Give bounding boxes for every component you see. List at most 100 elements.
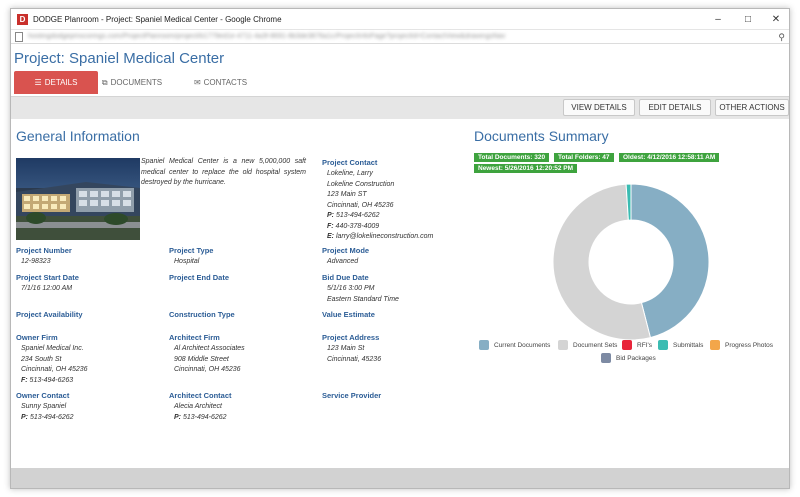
project-number-label: Project Number [16,246,72,255]
bid-due-timezone: Eastern Standard Time [327,295,399,303]
legend-item-progress-photos[interactable]: Progress Photos [710,340,773,350]
window-title: DODGE Planroom - Project: Spaniel Medica… [33,14,282,24]
newest-document-badge: Newest: 5/26/2016 12:20:52 PM [474,164,578,173]
owner-contact-label: Owner Contact [16,391,70,400]
documents-summary-heading: Documents Summary [474,128,609,144]
page-icon [15,31,23,42]
footer-bar [11,468,789,488]
tab-documents[interactable]: ⧉ DOCUMENTS [101,71,163,94]
architect-contact-label: Architect Contact [169,391,232,400]
legend-item-submittals[interactable]: Submittals [658,340,703,350]
owner-firm-city: Cincinnati, OH 45236 [21,366,88,373]
owner-contact-details: Sunny Spaniel P: 513-494-6262 [21,402,74,423]
tab-bar: ☰ DETAILS ⧉ DOCUMENTS ✉ CONTACTS [11,71,789,96]
architect-firm-street: 908 Middle Street [174,355,229,363]
legend-swatch [558,340,568,350]
legend-swatch [479,340,489,350]
project-address-city: Cincinnati, 45236 [327,355,382,363]
owner-contact-phone: P: 513-494-6262 [21,413,74,421]
project-description: Spaniel Medical Center is a new 5,000,00… [141,158,306,186]
other-actions-button[interactable]: OTHER ACTIONS [715,99,789,116]
envelope-icon: ✉ [193,78,201,87]
legend-swatch [710,340,720,350]
page-title: Project: Spaniel Medical Center [14,50,225,67]
list-icon: ☰ [34,78,42,87]
legend-label: Document Sets [573,341,618,349]
view-details-button[interactable]: VIEW DETAILS [563,99,635,116]
legend-label: Progress Photos [725,341,774,349]
contact-fax: F: 440-378-4009 [327,222,380,230]
owner-firm-street: 234 South St [21,355,62,363]
owner-firm-label: Owner Firm [16,333,58,342]
architect-firm-name: Al Architect Associates [174,345,245,352]
project-number-value: 12-98323 [21,258,51,265]
app-logo: D [17,13,28,25]
contact-email[interactable]: E: larry@lokelineconstruction.com [327,232,433,243]
project-address-details: 123 Main St Cincinnati, 45236 [327,344,381,365]
documents-icon: ⧉ [101,77,108,87]
contact-street: 123 Main ST [327,191,367,198]
title-bar: D DODGE Planroom - Project: Spaniel Medi… [11,9,789,29]
project-contact-label: Project Contact [322,158,378,167]
project-mode-value: Advanced [327,258,359,265]
legend-swatch [658,340,668,350]
architect-contact-details: Alecia Architect P: 513-494-6262 [174,402,227,423]
url-text[interactable]: hostingdodgepmscorings.com/ProjectPlanro… [28,33,768,40]
legend-item-current-documents[interactable]: Current Documents [479,340,550,350]
close-window-button[interactable]: ✕ [761,9,789,29]
architect-contact-phone: P: 513-494-6262 [174,413,227,421]
legend-label: Submittals [673,341,704,349]
legend-label: RFI's [637,341,652,349]
project-address-street: 123 Main St [327,345,365,352]
project-contact-details: Lokeline, Larry Lokeline Construction 12… [327,169,433,243]
legend-swatch [622,340,632,350]
project-photo [16,158,140,240]
chart-legend: Current Documents Document Sets RFI's Su… [474,338,784,366]
oldest-document-badge: Oldest: 4/12/2016 12:58:11 AM [619,153,720,162]
owner-firm-fax: F: 513-494-6263 [21,376,74,384]
tab-details-label: DETAILS [44,78,78,87]
legend-label: Bid Packages [616,354,656,362]
service-provider-label: Service Provider [322,391,382,400]
project-type-value: Hospital [174,258,200,265]
owner-contact-name: Sunny Spaniel [21,403,67,410]
legend-label: Current Documents [494,341,551,349]
bid-due-date-value: 5/1/16 3:00 PM Eastern Standard Time [327,284,399,305]
maximize-button[interactable]: □ [733,9,763,29]
contact-company: Lokeline Construction [327,180,395,188]
documents-donut-chart[interactable] [546,177,716,347]
start-date-value: 7/1/16 12:00 AM [21,285,73,292]
total-documents-badge: Total Documents: 320 [474,153,550,162]
architect-firm-city: Cincinnati, OH 45236 [174,366,241,373]
project-address-label: Project Address [322,333,380,342]
tab-details[interactable]: ☰ DETAILS [14,71,98,94]
legend-item-rfis[interactable]: RFI's [622,340,652,350]
construction-type-label: Construction Type [169,310,235,319]
legend-item-document-sets[interactable]: Document Sets [558,340,617,350]
total-folders-badge: Total Folders: 47 [554,153,614,162]
legend-item-bid-packages[interactable]: Bid Packages [601,353,656,363]
tab-contacts[interactable]: ✉ CONTACTS [193,71,248,94]
legend-swatch [601,353,611,363]
zoom-icon[interactable]: ⚲ [778,32,785,43]
edit-details-button[interactable]: EDIT DETAILS [639,99,711,116]
owner-firm-name: Spaniel Medical Inc. [21,345,84,352]
architect-firm-label: Architect Firm [169,333,220,342]
general-information-heading: General Information [16,128,140,144]
contact-city: Cincinnati, OH 45236 [327,201,394,209]
bid-due-date: 5/1/16 3:00 PM [327,285,375,292]
action-toolbar: VIEW DETAILS EDIT DETAILS OTHER ACTIONS [11,96,789,119]
contact-phone: P: 513-494-6262 [327,212,380,219]
project-mode-label: Project Mode [322,246,370,255]
minimize-button[interactable]: – [703,9,733,29]
browser-window: D DODGE Planroom - Project: Spaniel Medi… [10,8,790,489]
tab-documents-label: DOCUMENTS [110,78,163,87]
end-date-label: Project End Date [169,273,230,282]
contact-name: Lokeline, Larry [327,170,373,177]
project-type-label: Project Type [169,246,214,255]
address-bar[interactable]: hostingdodgepmscorings.com/ProjectPlanro… [11,29,789,44]
start-date-label: Project Start Date [16,273,79,282]
architect-firm-details: Al Architect Associates 908 Middle Stree… [174,344,245,376]
value-estimate-label: Value Estimate [322,310,375,319]
project-availability-label: Project Availability [16,310,83,319]
